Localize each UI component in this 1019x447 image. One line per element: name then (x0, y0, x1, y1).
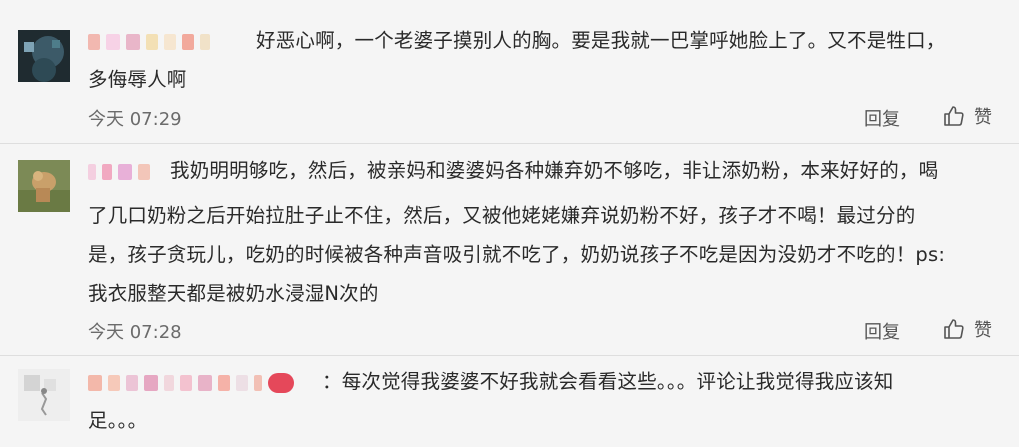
like-button[interactable]: 赞 (942, 316, 992, 342)
comment-item: 好恶心啊，一个老婆子摸别人的胸。要是我就一巴掌呼她脸上了。又不是牲口， 多侮辱人… (0, 0, 1019, 150)
comment-text-line: 我衣服整天都是被奶水浸湿N次的 (88, 282, 379, 305)
avatar-image (18, 369, 70, 421)
reply-button[interactable]: 回复 (864, 105, 900, 131)
comment-item: 我奶明明够吃，然后，被亲妈和婆婆妈各种嫌弃奶不够吃，非让添奶粉，本来好好的，喝 … (0, 144, 1019, 354)
thumbs-up-icon (944, 319, 964, 339)
comment-text-continued: 多侮辱人啊 (88, 68, 187, 91)
heart-emoji (268, 373, 294, 393)
reply-button[interactable]: 回复 (864, 318, 900, 344)
avatar-image (18, 30, 70, 82)
avatar[interactable] (18, 30, 70, 82)
like-label: 赞 (974, 107, 992, 128)
comment-text-line: 了几口奶粉之后开始拉肚子止不住，然后，又被他姥姥嫌弃说奶粉不好，孩子才不喝！最过… (88, 204, 916, 227)
like-label: 赞 (974, 320, 992, 341)
username-blurred[interactable] (88, 34, 210, 50)
like-button[interactable]: 赞 (942, 103, 992, 129)
avatar[interactable] (18, 160, 70, 212)
username-blurred[interactable] (88, 164, 150, 180)
username-blurred[interactable] (88, 373, 294, 393)
comment-text-line: 是，孩子贪玩儿，吃奶的时候被各种声音吸引就不吃了，奶奶说孩子不吃是因为没奶才不吃… (88, 243, 946, 266)
avatar[interactable] (18, 369, 70, 421)
comment-text: 好恶心啊，一个老婆子摸别人的胸。要是我就一巴掌呼她脸上了。又不是牲口， (256, 29, 946, 52)
timestamp: 今天 07:28 (88, 322, 182, 343)
comment-text-continued: 足。。。 (88, 409, 148, 432)
comment-text: 我奶明明够吃，然后，被亲妈和婆婆妈各种嫌弃奶不够吃，非让添奶粉，本来好好的，喝 (170, 159, 939, 182)
timestamp: 今天 07:29 (88, 109, 182, 130)
comment-item: ：每次觉得我婆婆不好我就会看看这些。。。评论让我觉得我应该知 足。。。 (0, 356, 1019, 447)
comment-text: ：每次觉得我婆婆不好我就会看看这些。。。评论让我觉得我应该知 (322, 370, 894, 393)
avatar-image (18, 160, 70, 212)
thumbs-up-icon (944, 106, 964, 126)
